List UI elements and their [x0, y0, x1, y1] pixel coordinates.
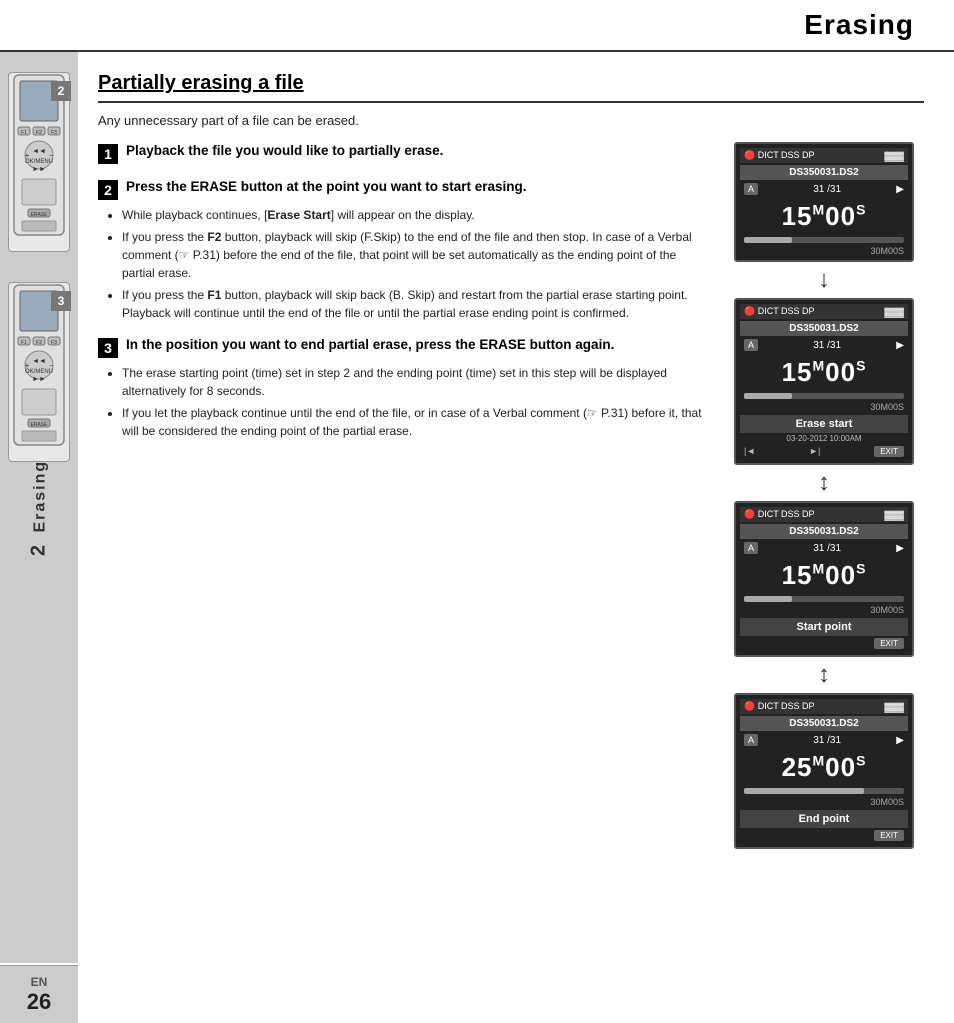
screen-2-time: 15M00S	[740, 352, 908, 390]
steps-text: 1 Playback the file you would like to pa…	[98, 142, 708, 849]
arrow-3-4: ↕	[818, 663, 830, 687]
svg-text:ERASE: ERASE	[31, 422, 49, 428]
screen-4: 🔴 DICT DSS DP ▓▓▓ DS350031.DS2 A 31 /31 …	[734, 693, 914, 849]
screen-3-exit: EXIT	[874, 638, 904, 649]
step-2-block: 2 Press the ERASE button at the point yo…	[98, 178, 708, 322]
step-1-title: Playback the file you would like to part…	[126, 142, 443, 161]
screen-1: 🔴 DICT DSS DP ▓▓▓ DS350031.DS2 A 31 /31 …	[734, 142, 914, 262]
svg-text:+: +	[25, 151, 30, 160]
screen-1-counter: A 31 /31 ▶	[740, 182, 908, 196]
device-illustration-2: 3 F1 F2 F3 ◄◄ OK/MENU ►► + − ERASE	[8, 282, 70, 462]
screen-4-exit-area: EXIT	[740, 828, 908, 843]
screen-1-progress	[744, 237, 904, 243]
screen-2-counter: A 31 /31 ▶	[740, 338, 908, 352]
screen-1-header: 🔴 DICT DSS DP ▓▓▓	[740, 148, 908, 163]
page-title: Erasing	[804, 9, 914, 41]
svg-text:◄◄: ◄◄	[32, 358, 46, 365]
main-content: Partially erasing a file Any unnecessary…	[78, 52, 954, 1023]
screen-3-header: 🔴 DICT DSS DP ▓▓▓	[740, 507, 908, 522]
screen-3-total: 30M00S	[740, 605, 908, 615]
svg-text:►►: ►►	[32, 376, 46, 383]
screen-2-date: 03-20-2012 10:00AM	[740, 433, 908, 444]
header-bar: Erasing	[0, 0, 954, 52]
step-3-bullet-1: The erase starting point (time) set in s…	[122, 364, 708, 400]
screen-1-total: 30M00S	[740, 246, 908, 256]
screen-4-time: 25M00S	[740, 747, 908, 785]
step-3-bullet-2: If you let the playback continue until t…	[122, 404, 708, 440]
step-3-bullets: The erase starting point (time) set in s…	[98, 364, 708, 440]
screen-3-progress	[744, 596, 904, 602]
svg-text:ERASE: ERASE	[31, 212, 49, 218]
step-3-header: 3 In the position you want to end partia…	[98, 336, 708, 358]
screen-2-header: 🔴 DICT DSS DP ▓▓▓	[740, 304, 908, 319]
arrow-2-3: ↕	[818, 471, 830, 495]
step-2-bullet-1: While playback continues, [Erase Start] …	[122, 206, 708, 224]
arrow-1-2: ↓	[818, 268, 830, 292]
svg-text:F3: F3	[51, 130, 57, 136]
step-2-bullets: While playback continues, [Erase Start] …	[98, 206, 708, 322]
lang-label: EN	[31, 975, 48, 989]
screen-4-filename: DS350031.DS2	[740, 716, 908, 731]
screen-3: 🔴 DICT DSS DP ▓▓▓ DS350031.DS2 A 31 /31 …	[734, 501, 914, 657]
step-2-title: Press the ERASE button at the point you …	[126, 178, 527, 197]
left-sidebar: 2 Erasing 2 F1 F2 F3 ◄◄ OK/MENU ►► + −	[0, 52, 78, 963]
step-3-title: In the position you want to end partial …	[126, 336, 614, 355]
screen-2-label: Erase start	[740, 415, 908, 433]
section-title: Partially erasing a file	[98, 72, 924, 103]
screen-2: 🔴 DICT DSS DP ▓▓▓ DS350031.DS2 A 31 /31 …	[734, 298, 914, 465]
step-badge-3: 3	[51, 291, 71, 311]
screen-4-counter: A 31 /31 ▶	[740, 733, 908, 747]
screen-3-label: Start point	[740, 618, 908, 636]
intro-text: Any unnecessary part of a file can be er…	[98, 113, 924, 128]
screen-4-exit: EXIT	[874, 830, 904, 841]
screen-2-filename: DS350031.DS2	[740, 321, 908, 336]
step-1-number: 1	[98, 144, 118, 164]
step-2-bullet-3: If you press the F1 button, playback wil…	[122, 286, 708, 322]
svg-text:F2: F2	[36, 130, 42, 136]
screen-2-progress	[744, 393, 904, 399]
svg-text:F1: F1	[21, 130, 27, 136]
chapter-label: 2 Erasing	[28, 459, 51, 555]
svg-text:−: −	[49, 363, 53, 370]
screen-3-counter: A 31 /31 ▶	[740, 541, 908, 555]
step-2-header: 2 Press the ERASE button at the point yo…	[98, 178, 708, 200]
svg-text:◄◄: ◄◄	[32, 148, 46, 155]
svg-text:F3: F3	[51, 340, 57, 346]
screen-3-filename: DS350031.DS2	[740, 524, 908, 539]
page-number: 26	[27, 989, 51, 1015]
screen-1-time: 15M00S	[740, 196, 908, 234]
step-3-block: 3 In the position you want to end partia…	[98, 336, 708, 440]
device-illustration-1: 2 F1 F2 F3 ◄◄ OK/MENU ►► + − ERASE	[8, 72, 70, 252]
step-badge-2: 2	[51, 81, 71, 101]
screen-2-controls: |◄ ►| EXIT	[740, 444, 908, 459]
screen-4-total: 30M00S	[740, 797, 908, 807]
step-2-number: 2	[98, 180, 118, 200]
screen-4-header: 🔴 DICT DSS DP ▓▓▓	[740, 699, 908, 714]
screen-2-total: 30M00S	[740, 402, 908, 412]
screens-area: 🔴 DICT DSS DP ▓▓▓ DS350031.DS2 A 31 /31 …	[724, 142, 924, 849]
svg-text:F2: F2	[36, 340, 42, 346]
screen-3-exit-area: EXIT	[740, 636, 908, 651]
step-1-header: 1 Playback the file you would like to pa…	[98, 142, 708, 164]
bottom-label-area: EN 26	[0, 965, 78, 1023]
svg-text:F1: F1	[21, 340, 27, 346]
svg-text:►►: ►►	[32, 166, 46, 173]
steps-area: 1 Playback the file you would like to pa…	[98, 142, 924, 849]
screen-3-time: 15M00S	[740, 555, 908, 593]
step-1-block: 1 Playback the file you would like to pa…	[98, 142, 708, 164]
svg-text:+: +	[25, 361, 30, 370]
step-3-number: 3	[98, 338, 118, 358]
screen-4-label: End point	[740, 810, 908, 828]
screen-4-progress	[744, 788, 904, 794]
svg-text:−: −	[49, 153, 53, 160]
screen-2-exit: EXIT	[874, 446, 904, 457]
screen-1-filename: DS350031.DS2	[740, 165, 908, 180]
step-2-bullet-2: If you press the F2 button, playback wil…	[122, 228, 708, 282]
